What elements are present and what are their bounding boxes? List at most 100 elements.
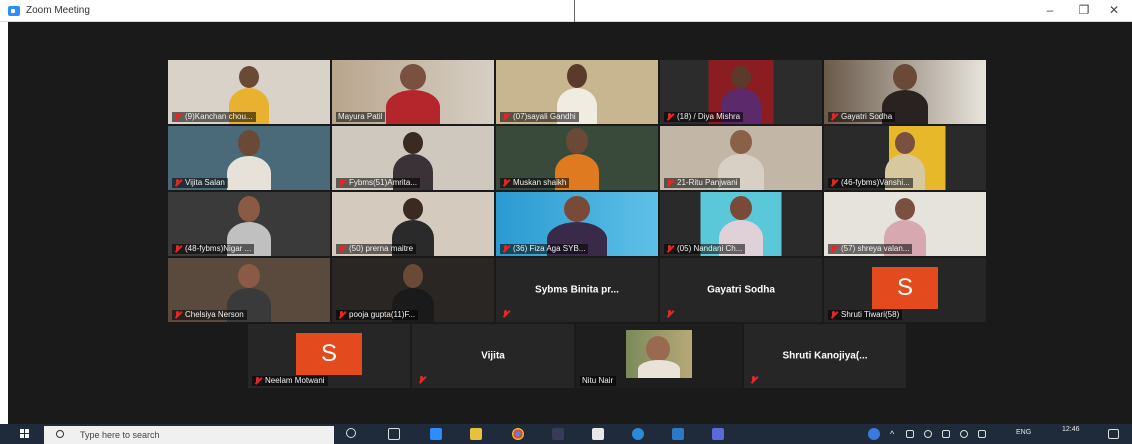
participant-name: (57) shreya valan... bbox=[841, 244, 910, 253]
notifications-icon[interactable] bbox=[1108, 429, 1119, 439]
participant-nameplate: (57) shreya valan... bbox=[828, 244, 913, 254]
muted-mic-icon bbox=[830, 245, 838, 253]
clock[interactable]: 12:46 bbox=[1062, 426, 1080, 433]
participant-tile[interactable]: Sybms Binita pr... bbox=[496, 258, 658, 322]
participant-tile[interactable]: S Shruti Tiwari(58) bbox=[824, 258, 986, 322]
participant-tile[interactable]: (07)sayali Gandhi bbox=[496, 60, 658, 124]
participant-tile[interactable]: pooja gupta(11)F... bbox=[332, 258, 494, 322]
participant-tile[interactable]: (36) Fiza Aga SYB... bbox=[496, 192, 658, 256]
participant-name: Shruti Tiwari(58) bbox=[841, 310, 900, 319]
participant-name: Gayatri Sodha bbox=[707, 284, 775, 296]
participant-tile[interactable]: (05) Nandani Ch... bbox=[660, 192, 822, 256]
muted-mic-icon bbox=[502, 245, 510, 253]
participant-tile[interactable]: (9)Kanchan chou... bbox=[168, 60, 330, 124]
active-speaker-tile[interactable]: Nitu Nair bbox=[576, 324, 742, 388]
participant-tile[interactable]: Gayatri Sodha bbox=[824, 60, 986, 124]
participant-nameplate: (05) Nandani Ch... bbox=[664, 244, 746, 254]
muted-mic-icon bbox=[666, 113, 674, 121]
app-icon[interactable] bbox=[712, 428, 724, 440]
mail-icon[interactable] bbox=[672, 428, 684, 440]
participant-nameplate: Shruti Tiwari(58) bbox=[828, 310, 903, 320]
participant-nameplate: Nitu Nair bbox=[580, 376, 617, 386]
participant-name: Shruti Kanojiya(... bbox=[782, 350, 868, 362]
zoom-app-icon bbox=[8, 6, 20, 16]
search-icon bbox=[56, 430, 64, 438]
tray-app-icon[interactable] bbox=[868, 428, 880, 440]
participant-nameplate: (50) prerna maitre bbox=[336, 244, 417, 254]
pen-icon[interactable] bbox=[978, 430, 986, 438]
participant-tile[interactable]: (18) / Diya Mishra bbox=[660, 60, 822, 124]
muted-mic-icon bbox=[174, 179, 182, 187]
muted-mic-icon bbox=[254, 377, 262, 385]
file-explorer-icon[interactable] bbox=[470, 428, 482, 440]
sound-icon[interactable] bbox=[960, 430, 968, 438]
chrome-icon[interactable] bbox=[512, 428, 524, 440]
participant-tile[interactable]: Muskan shaikh bbox=[496, 126, 658, 190]
participant-tile[interactable]: 21-Ritu Panjwani bbox=[660, 126, 822, 190]
muted-mic-icon bbox=[502, 310, 510, 318]
participant-tile[interactable]: S Neelam Motwani bbox=[248, 324, 410, 388]
participant-nameplate: (36) Fiza Aga SYB... bbox=[500, 244, 589, 254]
task-view-icon[interactable] bbox=[388, 428, 400, 440]
muted-mic-icon bbox=[418, 376, 426, 384]
store-icon[interactable] bbox=[592, 428, 604, 440]
snipping-tool-icon[interactable] bbox=[552, 428, 564, 440]
muted-mic-icon bbox=[666, 245, 674, 253]
taskbar-search-input[interactable]: Type here to search bbox=[44, 426, 334, 444]
taskbar: Type here to search ^ ENG 12:46 bbox=[0, 424, 1132, 444]
titlebar-divider bbox=[574, 0, 575, 22]
participant-name: pooja gupta(11)F... bbox=[349, 310, 416, 319]
participant-tile[interactable]: Chelsiya Nerson bbox=[168, 258, 330, 322]
participant-video-figure bbox=[626, 330, 692, 378]
network-icon[interactable] bbox=[906, 430, 914, 438]
tray-chevron-icon[interactable]: ^ bbox=[890, 429, 894, 439]
participant-tile[interactable]: (46-fybms)Vanshi... bbox=[824, 126, 986, 190]
muted-mic-icon bbox=[338, 311, 346, 319]
participant-tile[interactable]: Gayatri Sodha bbox=[660, 258, 822, 322]
window-titlebar: Zoom Meeting – ❐ ✕ bbox=[0, 0, 1132, 22]
participant-nameplate: 21-Ritu Panjwani bbox=[664, 178, 741, 188]
language-indicator[interactable]: ENG bbox=[1016, 429, 1031, 436]
participant-name: (48-fybms)Nigar ... bbox=[185, 244, 252, 253]
battery-icon[interactable] bbox=[942, 430, 950, 438]
participant-tile[interactable]: Vijita Salan bbox=[168, 126, 330, 190]
participant-video-figure bbox=[227, 130, 271, 190]
participant-name: Fybms(51)Amrita... bbox=[349, 178, 418, 187]
windows-start-icon[interactable] bbox=[20, 429, 30, 439]
restore-button[interactable]: ❐ bbox=[1074, 3, 1094, 17]
participant-tile[interactable]: Vijita bbox=[412, 324, 574, 388]
participant-name: Muskan shaikh bbox=[513, 178, 567, 187]
participant-tile[interactable]: Mayura Patil bbox=[332, 60, 494, 124]
participant-nameplate: Neelam Motwani bbox=[252, 376, 328, 386]
window-title: Zoom Meeting bbox=[26, 5, 90, 16]
participant-name: Nitu Nair bbox=[582, 376, 614, 385]
participant-name: (36) Fiza Aga SYB... bbox=[513, 244, 586, 253]
close-button[interactable]: ✕ bbox=[1104, 3, 1124, 17]
participant-name: (46-fybms)Vanshi... bbox=[841, 178, 910, 187]
cortana-icon[interactable] bbox=[346, 428, 356, 438]
participant-nameplate: (9)Kanchan chou... bbox=[172, 112, 256, 122]
participant-nameplate: Mayura Patil bbox=[336, 112, 386, 122]
muted-mic-icon bbox=[502, 179, 510, 187]
muted-mic-icon bbox=[666, 179, 674, 187]
participant-nameplate: (07)sayali Gandhi bbox=[500, 112, 579, 122]
participant-tile[interactable]: Fybms(51)Amrita... bbox=[332, 126, 494, 190]
participant-tile[interactable]: Shruti Kanojiya(... bbox=[744, 324, 906, 388]
muted-mic-icon bbox=[174, 113, 182, 121]
muted-mic-icon bbox=[338, 245, 346, 253]
muted-mic-icon bbox=[750, 376, 758, 384]
participant-tile[interactable]: (48-fybms)Nigar ... bbox=[168, 192, 330, 256]
zoom-taskbar-icon[interactable] bbox=[430, 428, 442, 440]
volume-icon[interactable] bbox=[924, 430, 932, 438]
participant-tile[interactable]: (50) prerna maitre bbox=[332, 192, 494, 256]
participant-name: (05) Nandani Ch... bbox=[677, 244, 743, 253]
participant-nameplate: Vijita Salan bbox=[172, 178, 228, 188]
participant-nameplate: pooja gupta(11)F... bbox=[336, 310, 419, 320]
edge-icon[interactable] bbox=[632, 428, 644, 440]
participant-name: Vijita Salan bbox=[185, 178, 225, 187]
participant-nameplate: Fybms(51)Amrita... bbox=[336, 178, 421, 188]
participant-tile[interactable]: (57) shreya valan... bbox=[824, 192, 986, 256]
minimize-button[interactable]: – bbox=[1040, 3, 1060, 17]
participant-name: (07)sayali Gandhi bbox=[513, 112, 576, 121]
participant-nameplate: Gayatri Sodha bbox=[828, 112, 896, 122]
